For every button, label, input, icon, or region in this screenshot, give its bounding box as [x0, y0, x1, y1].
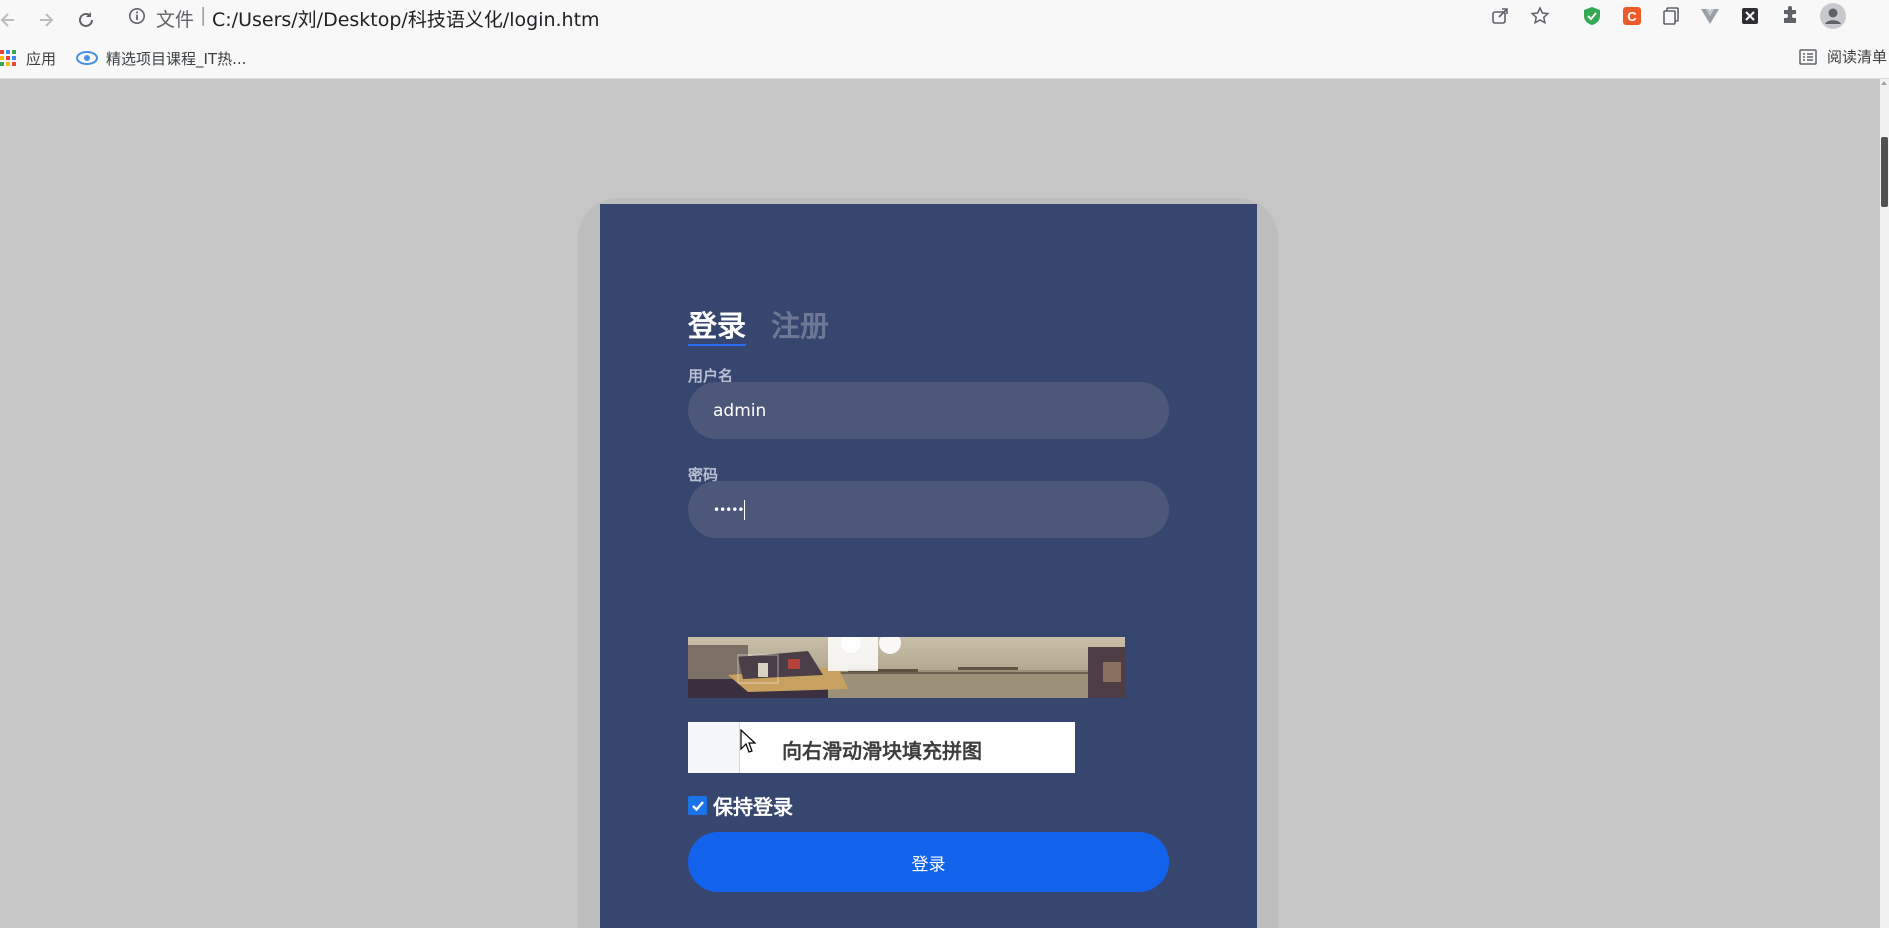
c-extension-icon[interactable]: C	[1620, 4, 1644, 28]
captcha-slider: 向右滑动滑块填充拼图	[688, 722, 1075, 773]
login-submit-label: 登录	[911, 854, 946, 875]
back-button[interactable]	[0, 6, 22, 34]
captcha-puzzle-image	[688, 637, 1125, 698]
remember-label: 保持登录	[713, 795, 793, 819]
reload-icon	[79, 12, 93, 27]
shield-extension-icon[interactable]	[1580, 4, 1604, 28]
reading-list-label: 阅读清单	[1826, 48, 1887, 66]
bookmark-star-icon[interactable]	[1528, 4, 1552, 28]
mouse-pointer-icon	[740, 729, 756, 753]
slider-instruction: 向右滑动滑块填充拼图	[782, 739, 982, 763]
site-info-icon[interactable]	[126, 5, 148, 27]
vue-extension-icon[interactable]	[1698, 4, 1722, 28]
reading-list-button[interactable]: 阅读清单	[1799, 46, 1887, 67]
share-icon[interactable]	[1488, 4, 1512, 28]
forward-button[interactable]	[32, 6, 60, 34]
back-arrow-icon	[0, 13, 14, 27]
site-favicon-icon	[76, 51, 98, 65]
remember-checkbox[interactable]	[688, 796, 707, 815]
checkmark-icon	[691, 800, 704, 811]
password-masked-value: •••••	[713, 502, 744, 517]
browser-toolbar: 文件 | C:/Users/刘/Desktop/科技语义化/login.htm …	[0, 0, 1889, 40]
bookmarks-bar: 应用 精选项目课程_IT热... 阅读清单	[0, 40, 1889, 79]
puzzle-photo	[688, 637, 1125, 698]
text-caret	[744, 499, 746, 520]
bookmark-course-site[interactable]: 精选项目课程_IT热...	[76, 46, 246, 70]
scroll-up-arrow-icon[interactable]	[1881, 81, 1887, 85]
auth-tabs: 登录 注册	[688, 312, 829, 346]
scroll-thumb[interactable]	[1881, 137, 1888, 207]
bookmark-course-label: 精选项目课程_IT热...	[106, 49, 247, 68]
forward-arrow-icon	[40, 13, 54, 27]
reload-button[interactable]	[72, 6, 100, 34]
bookmark-apps-label: 应用	[26, 49, 57, 68]
bookmark-apps[interactable]: 应用	[0, 46, 56, 70]
login-submit-button[interactable]: 登录	[688, 832, 1169, 892]
extensions-puzzle-icon[interactable]	[1778, 4, 1802, 28]
login-card: 登录 注册 用户名 admin 密码 ••••• 向右滑动滑块填充拼图 保持登录…	[600, 204, 1257, 928]
page-scrollbar[interactable]	[1880, 79, 1889, 928]
username-input[interactable]: admin	[688, 382, 1169, 439]
reading-list-icon	[1799, 48, 1817, 65]
address-scheme: 文件	[156, 9, 195, 31]
apps-grid-icon	[0, 50, 16, 66]
tab-login[interactable]: 登录	[688, 312, 747, 346]
x-extension-icon[interactable]	[1738, 4, 1762, 28]
tab-register[interactable]: 注册	[771, 312, 829, 346]
remember-me-toggle[interactable]: 保持登录	[688, 791, 793, 820]
profile-avatar-icon[interactable]	[1818, 1, 1848, 31]
username-value: admin	[713, 400, 767, 421]
address-bar-url[interactable]: C:/Users/刘/Desktop/科技语义化/login.htm	[212, 5, 600, 32]
password-input[interactable]: •••••	[688, 481, 1169, 538]
page-viewport: 登录 注册 用户名 admin 密码 ••••• 向右滑动滑块填充拼图 保持登录…	[0, 79, 1880, 928]
slider-handle[interactable]	[688, 722, 740, 773]
svg-text:C: C	[1627, 9, 1637, 24]
address-separator: |	[200, 4, 207, 26]
copy-extension-icon[interactable]	[1659, 4, 1683, 28]
